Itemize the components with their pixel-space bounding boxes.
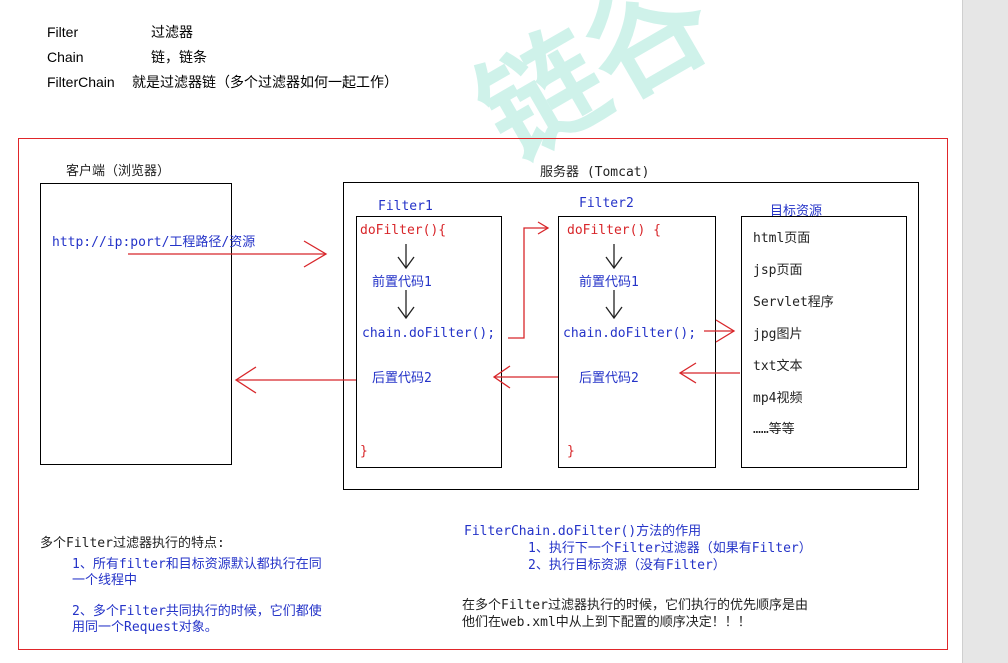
request-arrow (128, 240, 328, 268)
notes-left-title: 多个Filter过滤器执行的特点: (40, 536, 225, 551)
chain-arrow-1 (508, 221, 550, 339)
down-arrows-filter2 (605, 244, 623, 320)
return-arrow-filter1 (234, 366, 356, 394)
notes-right-item2: 2、执行目标资源（没有Filter） (528, 558, 726, 573)
return-arrow-filter2 (492, 365, 558, 389)
return-arrow-resources (678, 362, 740, 384)
chain-arrow-2 (704, 319, 736, 343)
notes-left-p2-line2: 用同一个Request对象。 (72, 620, 218, 635)
down-arrows-filter1 (397, 244, 415, 320)
notes-left-p1-line2: 一个线程中 (72, 573, 138, 588)
notes-right-p-line2: 他们在web.xml中从上到下配置的顺序决定！！！ (462, 615, 751, 630)
